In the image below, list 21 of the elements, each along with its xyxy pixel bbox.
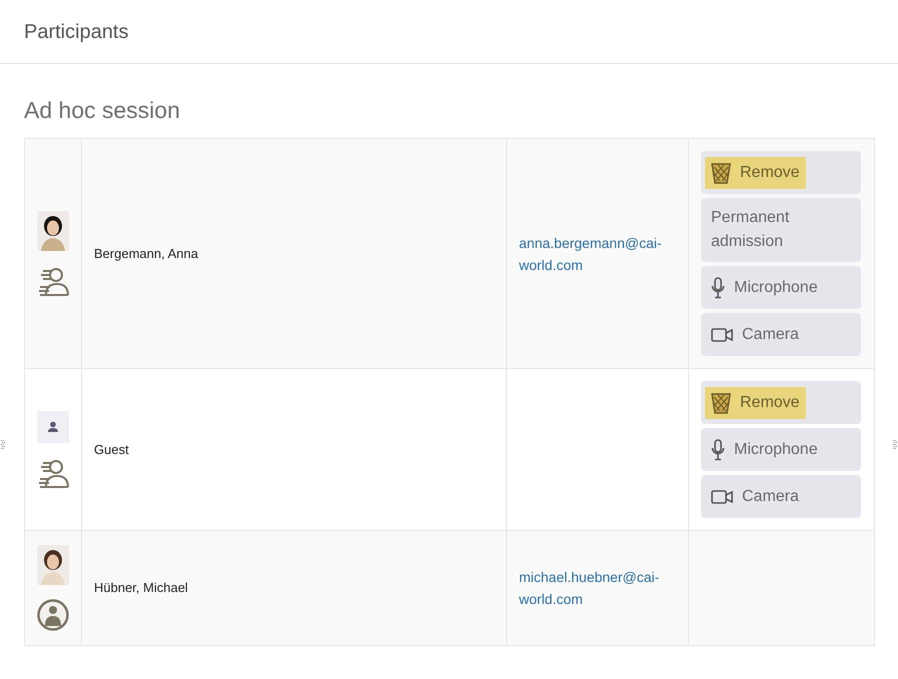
microphone-button[interactable]: Microphone <box>701 428 861 471</box>
video-camera-icon <box>711 328 733 342</box>
participant-name: Hübner, Michael <box>94 580 188 595</box>
email-link[interactable]: anna.bergemann@cai-world.com <box>519 232 676 276</box>
remove-button[interactable]: Remove <box>701 151 861 194</box>
video-camera-icon <box>711 490 733 504</box>
participant-name: Guest <box>94 442 129 456</box>
wastebasket-icon <box>711 162 731 184</box>
microphone-icon <box>711 438 725 460</box>
camera-button[interactable]: Camera <box>701 313 861 356</box>
section-title: Ad hoc session <box>24 96 181 124</box>
wastebasket-icon <box>711 392 731 414</box>
dialog-title: Participants <box>24 20 128 44</box>
microphone-button[interactable]: Microphone <box>701 266 861 309</box>
camera-button[interactable]: Camera <box>701 475 861 518</box>
remove-button[interactable]: Remove <box>701 381 861 424</box>
avatar-placeholder-icon <box>37 410 69 442</box>
participant-name: Bergemann, Anna <box>94 246 198 260</box>
admission-button[interactable]: Permanent admission <box>701 198 861 262</box>
person-circle-icon <box>37 599 69 631</box>
microphone-icon <box>711 276 725 298</box>
